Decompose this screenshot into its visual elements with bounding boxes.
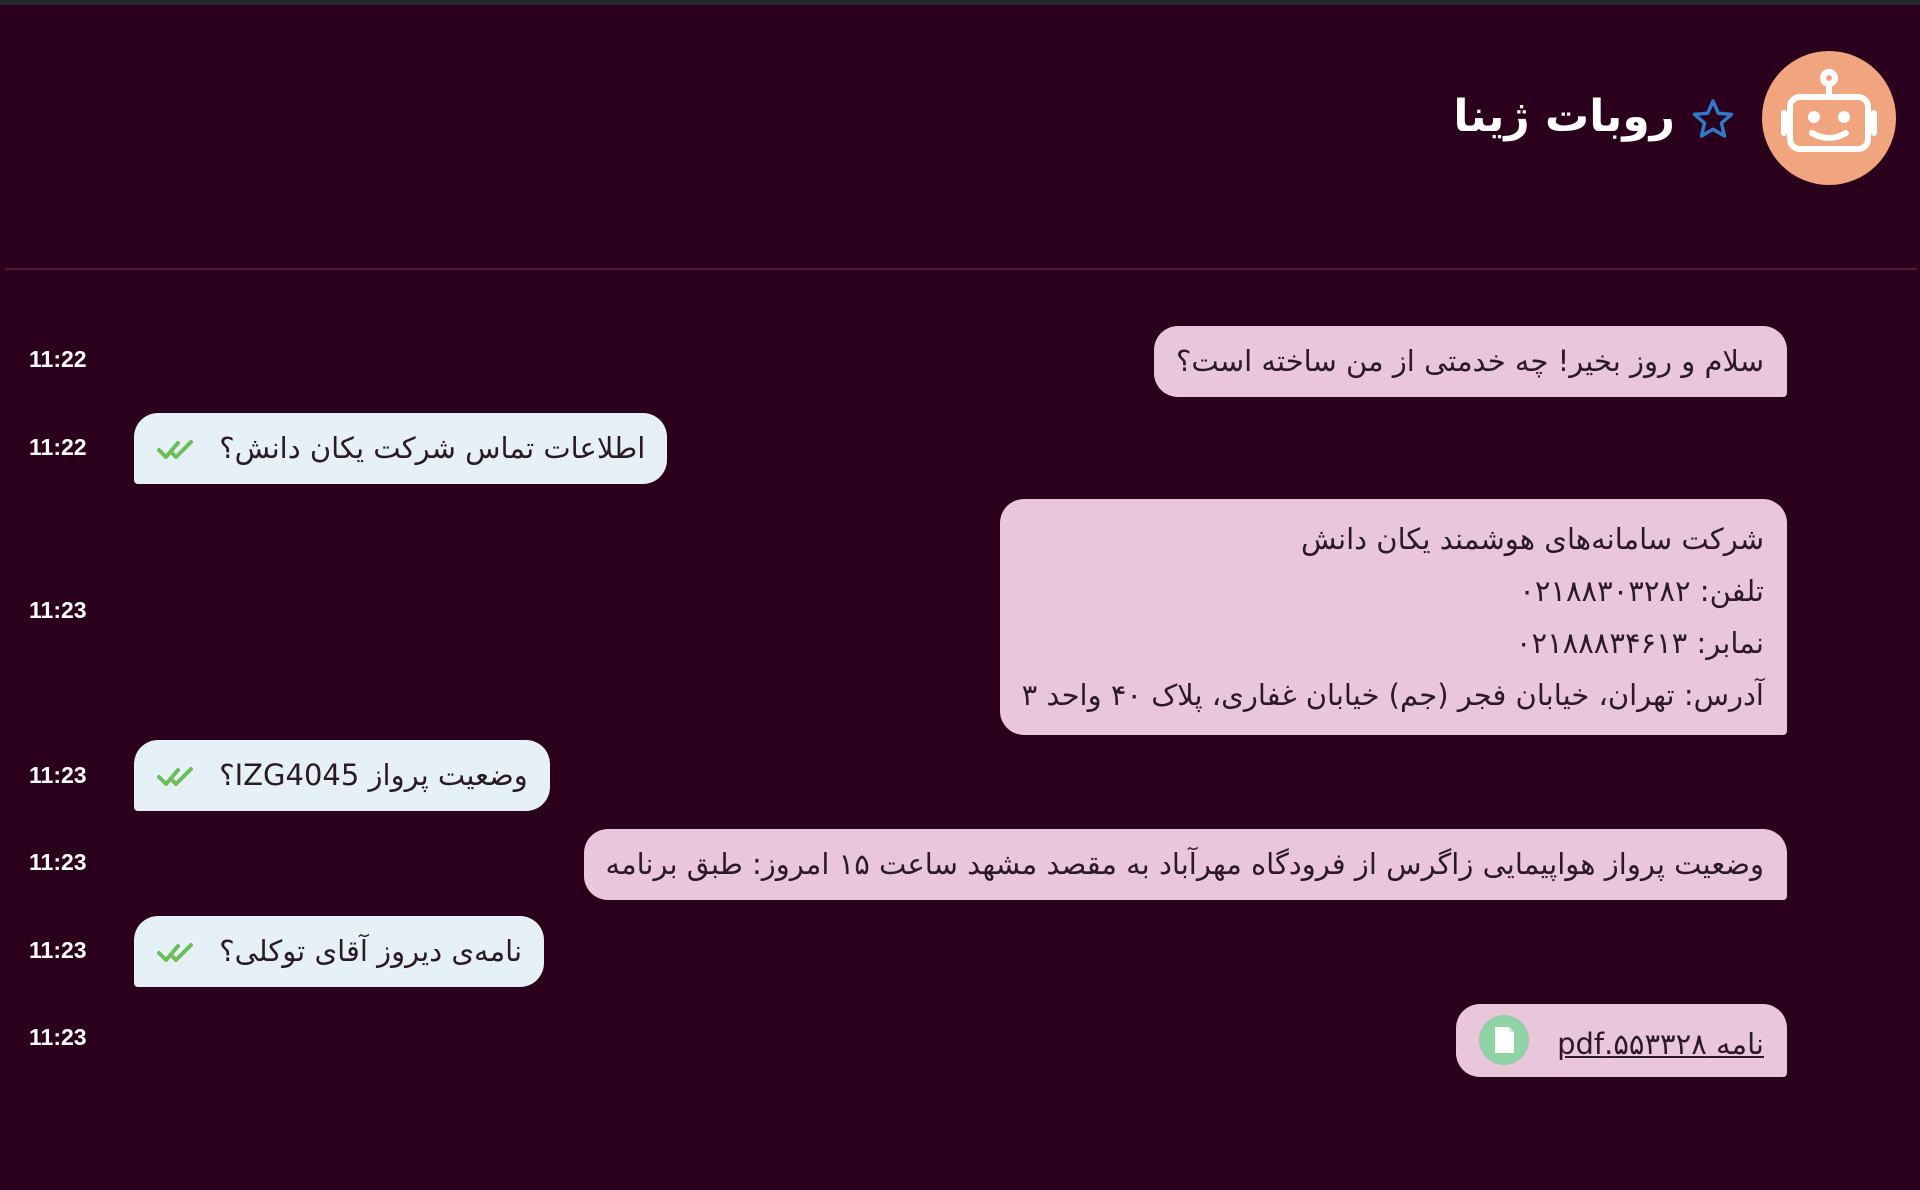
chat-title: روبات ژینا [1453, 91, 1675, 142]
star-outline-icon[interactable] [1692, 98, 1734, 140]
bot-message: سلام و روز بخیر! چه خدمتی از من ساخته اس… [1153, 326, 1787, 397]
message-time: 11:22 [29, 434, 87, 460]
document-icon[interactable] [1478, 1014, 1530, 1066]
message-time: 11:23 [29, 937, 87, 963]
double-check-icon [157, 440, 193, 459]
message-text: وضعیت پرواز IZG4045؟ [219, 758, 528, 792]
message-time: 11:22 [29, 346, 87, 372]
message-time: 11:23 [29, 1024, 87, 1050]
message-text: نامه‌ی دیروز آقای توکلی؟ [219, 934, 523, 968]
double-check-icon [157, 943, 193, 962]
header-divider [5, 268, 1917, 270]
bot-file-message: نامه ۵۵۳۳۲۸.pdf [1455, 1004, 1787, 1077]
bot-avatar[interactable] [1762, 51, 1896, 185]
message-text: سلام و روز بخیر! چه خدمتی از من ساخته اس… [1175, 344, 1764, 378]
message-time: 11:23 [29, 597, 87, 623]
message-text: اطلاعات تماس شرکت یکان دانش؟ [219, 431, 646, 465]
robot-icon [1781, 69, 1877, 152]
message-line: تلفن: ۰۲۱۸۸۳۰۳۲۸۲ [1519, 574, 1764, 608]
chat-header: روبات ژینا [0, 5, 1920, 267]
file-link[interactable]: نامه ۵۵۳۳۲۸.pdf [1557, 1027, 1764, 1061]
message-line: نمابر: ۰۲۱۸۸۸۳۴۶۱۳ [1515, 626, 1764, 660]
message-time: 11:23 [29, 849, 87, 875]
user-message: وضعیت پرواز IZG4045؟ [134, 740, 550, 811]
bot-message-contact-info: شرکت سامانه‌های هوشمند یکان دانش تلفن: ۰… [999, 499, 1787, 735]
message-text: وضعیت پرواز هواپیمایی زاگرس از فرودگاه م… [605, 847, 1764, 881]
double-check-icon [157, 767, 193, 786]
bot-message: وضعیت پرواز هواپیمایی زاگرس از فرودگاه م… [583, 829, 1787, 900]
user-message: اطلاعات تماس شرکت یکان دانش؟ [134, 413, 668, 484]
message-line: آدرس: تهران، خیابان فجر (جم) خیابان غفار… [1021, 678, 1764, 712]
message-time: 11:23 [29, 762, 87, 788]
user-message: نامه‌ی دیروز آقای توکلی؟ [134, 916, 545, 987]
message-line: شرکت سامانه‌های هوشمند یکان دانش [1301, 522, 1764, 556]
